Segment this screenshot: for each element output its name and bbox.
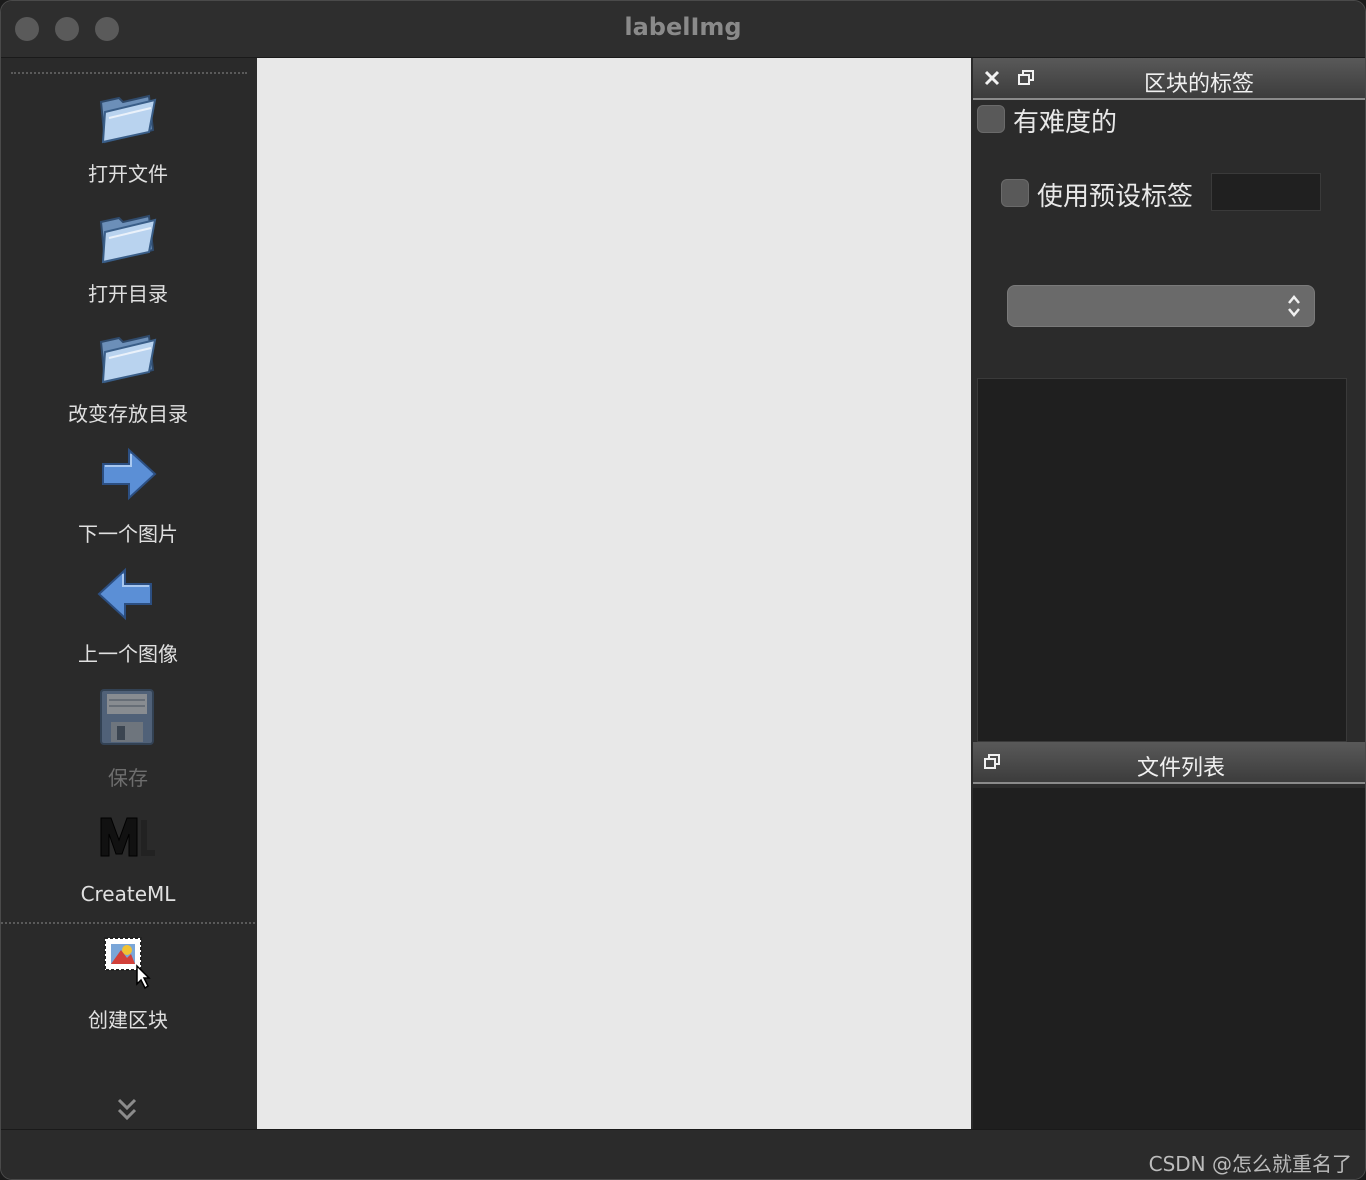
- toolbar-separator: [1, 922, 255, 924]
- labels-panel-header: 区块的标签: [973, 58, 1365, 100]
- arrow-left-icon: [97, 567, 152, 621]
- open-file-label: 打开文件: [88, 162, 168, 186]
- createml-label: CreateML: [80, 882, 176, 906]
- difficult-label: 有难度的: [1013, 108, 1118, 138]
- default-label-input[interactable]: [1211, 173, 1321, 211]
- floppy-disk-icon: [100, 689, 154, 745]
- open-folder-icon: [99, 334, 157, 384]
- file-list-panel-title: 文件列表: [1136, 756, 1225, 781]
- file-list[interactable]: [973, 788, 1365, 1129]
- chevron-double-down-icon[interactable]: [113, 1094, 141, 1128]
- use-default-label-text: 使用预设标签: [1037, 182, 1194, 212]
- open-folder-icon: [99, 94, 157, 144]
- label-combo-box[interactable]: [1007, 285, 1315, 327]
- open-folder-icon: [99, 214, 157, 264]
- labels-panel-title: 区块的标签: [1143, 72, 1254, 97]
- toolbar-grip[interactable]: [11, 72, 247, 74]
- createml-button[interactable]: CreateML: [1, 806, 255, 916]
- createml-format-icon: [100, 817, 155, 857]
- open-file-button[interactable]: 打开文件: [1, 84, 255, 194]
- create-box-button[interactable]: 创建区块: [1, 928, 255, 1038]
- window-title: labelImg: [624, 13, 742, 41]
- next-image-label: 下一个图片: [78, 522, 178, 546]
- use-default-label-checkbox[interactable]: [1001, 179, 1029, 207]
- change-save-dir-button[interactable]: 改变存放目录: [1, 324, 255, 434]
- close-panel-icon[interactable]: [981, 67, 1003, 89]
- label-list[interactable]: [977, 378, 1347, 742]
- open-dir-label: 打开目录: [88, 282, 168, 306]
- open-dir-button[interactable]: 打开目录: [1, 204, 255, 314]
- file-list-panel-header: 文件列表: [973, 742, 1365, 784]
- labelimg-window: labelImg 打开文件 打开目录 改变存放目录 下一个图片 上一个图像 保存…: [0, 0, 1366, 1180]
- arrow-right-icon: [102, 447, 157, 501]
- difficult-checkbox[interactable]: [977, 105, 1005, 133]
- save-button[interactable]: 保存: [1, 686, 255, 796]
- prev-image-button[interactable]: 上一个图像: [1, 562, 255, 672]
- chevron-updown-icon: [1288, 295, 1300, 317]
- save-label: 保存: [108, 766, 148, 790]
- title-bar: labelImg: [1, 1, 1365, 58]
- prev-image-label: 上一个图像: [78, 642, 178, 666]
- watermark-text: CSDN @怎么就重名了: [1148, 1152, 1352, 1176]
- image-canvas[interactable]: [257, 58, 971, 1129]
- create-rectbox-icon: [104, 937, 151, 990]
- change-save-dir-label: 改变存放目录: [68, 402, 188, 426]
- next-image-button[interactable]: 下一个图片: [1, 442, 255, 552]
- toolbar: 打开文件 打开目录 改变存放目录 下一个图片 上一个图像 保存 CreateML…: [1, 58, 255, 1129]
- create-box-label: 创建区块: [88, 1008, 168, 1032]
- right-dock: 区块的标签 有难度的 使用预设标签 文件列表: [973, 58, 1365, 1129]
